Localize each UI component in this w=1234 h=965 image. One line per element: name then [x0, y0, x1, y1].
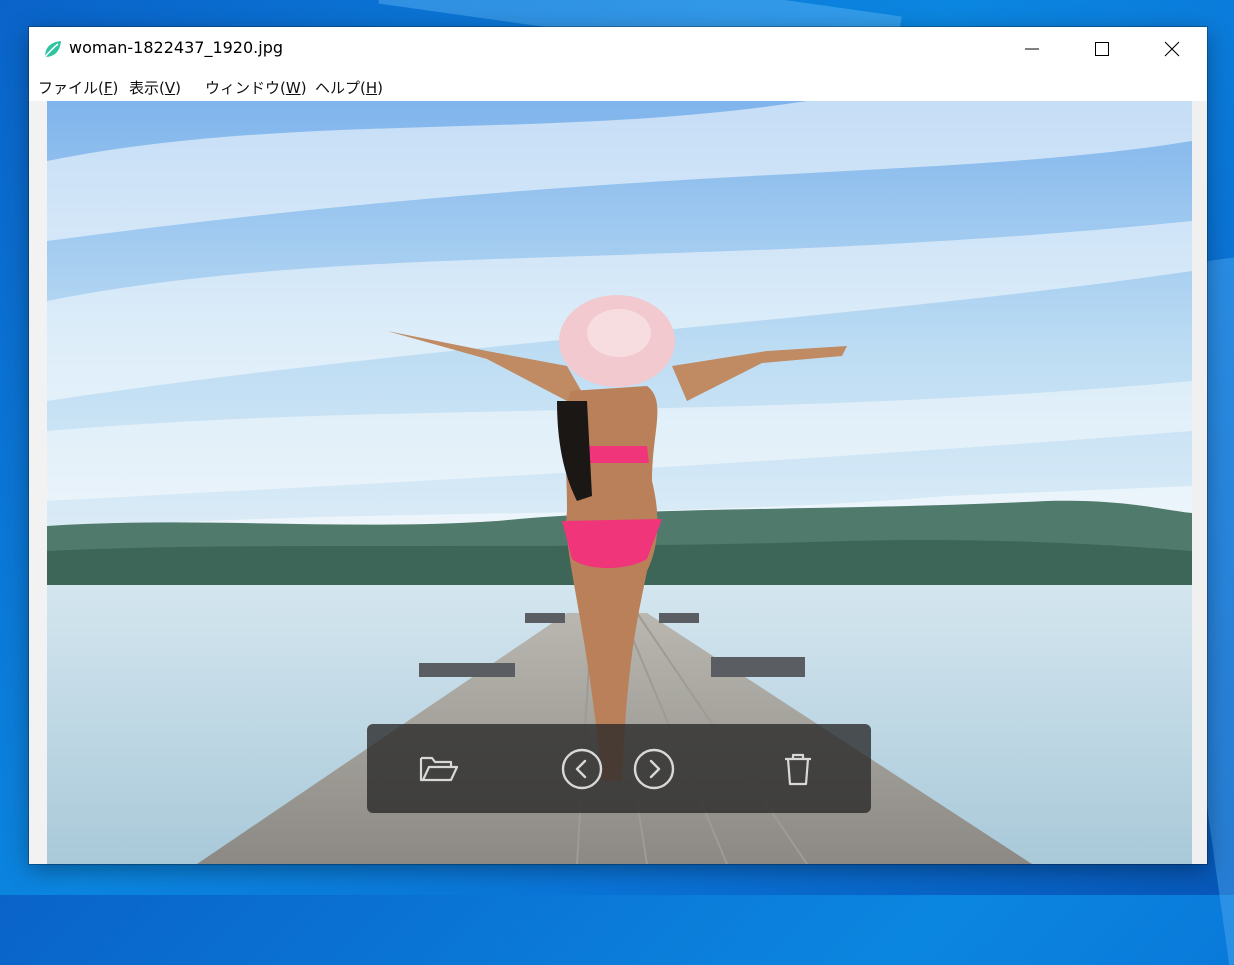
close-button[interactable] — [1137, 27, 1207, 71]
chevron-left-circle-icon — [561, 748, 603, 790]
maximize-icon — [1095, 42, 1109, 56]
app-leaf-icon — [41, 39, 63, 61]
delete-button[interactable] — [773, 744, 823, 794]
menu-file[interactable]: ファイル(F) — [38, 77, 118, 98]
app-window: woman-1822437_1920.jpg ファイル(F) 表示(V) ウィン… — [29, 27, 1207, 864]
next-image-button[interactable] — [629, 744, 679, 794]
title-bar[interactable]: woman-1822437_1920.jpg — [29, 27, 1207, 71]
menu-help-mnemonic: H — [365, 79, 378, 97]
menu-file-paren: ) — [112, 79, 119, 97]
menu-window[interactable]: ウィンドウ(W) — [205, 77, 307, 98]
viewer-toolbar — [367, 724, 871, 813]
minimize-button[interactable] — [997, 27, 1067, 71]
menu-bar: ファイル(F) 表示(V) ウィンドウ(W) ヘルプ(H) — [29, 71, 1207, 101]
menu-file-label: ファイル( — [38, 79, 104, 97]
close-icon — [1164, 41, 1180, 57]
trash-icon — [785, 753, 811, 786]
previous-image-button[interactable] — [557, 744, 607, 794]
menu-window-label: ウィンドウ( — [205, 79, 286, 97]
open-folder-button[interactable] — [413, 744, 463, 794]
menu-view[interactable]: 表示(V) — [129, 77, 181, 98]
maximize-button[interactable] — [1067, 27, 1137, 71]
menu-help[interactable]: ヘルプ(H) — [315, 77, 383, 98]
menu-help-label: ヘルプ( — [315, 79, 366, 97]
menu-help-paren: ) — [377, 79, 383, 97]
menu-view-mnemonic: V — [164, 79, 176, 97]
viewer-right-gutter — [1192, 101, 1207, 864]
menu-window-mnemonic: W — [285, 79, 301, 97]
menu-window-paren: ) — [300, 79, 307, 97]
menu-view-paren: ) — [175, 79, 181, 97]
window-title: woman-1822437_1920.jpg — [69, 38, 283, 57]
image-viewer-area — [29, 101, 1207, 864]
folder-open-icon — [419, 756, 459, 782]
minimize-icon — [1025, 48, 1039, 50]
chevron-right-circle-icon — [633, 748, 675, 790]
menu-view-label: 表示( — [129, 79, 165, 97]
menu-file-mnemonic: F — [103, 79, 113, 97]
